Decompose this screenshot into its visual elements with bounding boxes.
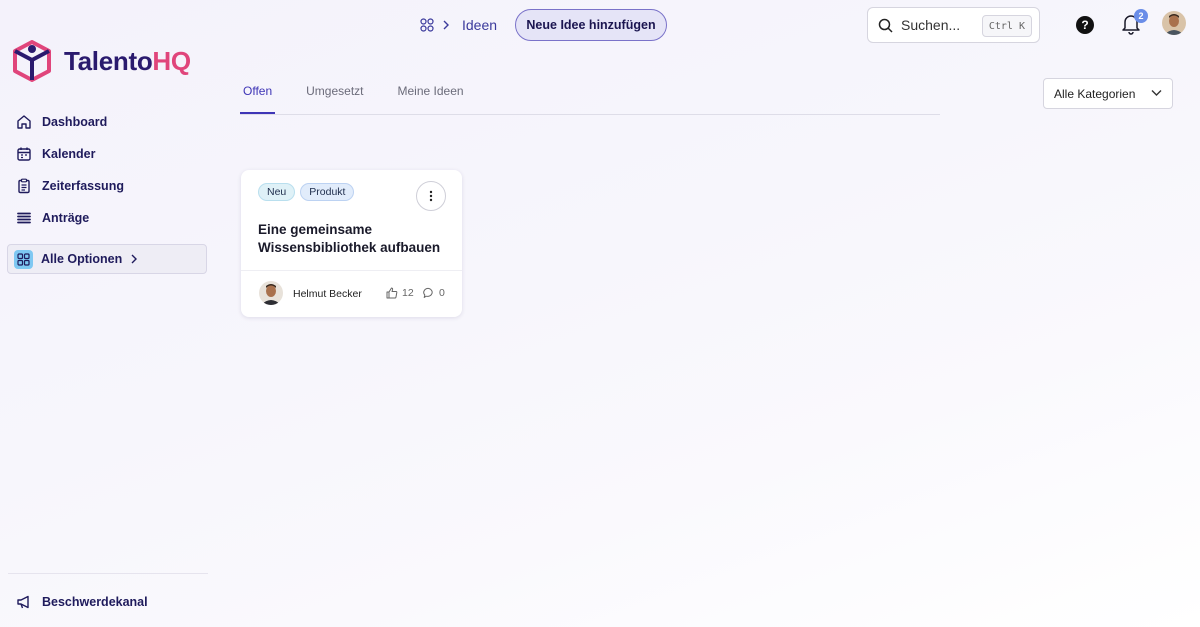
breadcrumb: Ideen: [420, 14, 497, 36]
sidebar-item-label: Kalender: [42, 147, 96, 161]
idea-card[interactable]: Neu Produkt Eine gemeinsame Wissensbibli…: [241, 170, 462, 317]
comments-value: 0: [439, 287, 445, 299]
new-idea-button[interactable]: Neue Idee hinzufügen: [515, 9, 667, 41]
megaphone-icon: [17, 595, 29, 609]
apps-grid-icon[interactable]: [420, 18, 434, 32]
sidebar-item-label: Beschwerdekanal: [42, 595, 148, 609]
likes-count[interactable]: 12: [386, 287, 414, 299]
chevron-down-icon: [1151, 90, 1162, 96]
comments-count[interactable]: 0: [423, 287, 445, 299]
sidebar-item-beschwerdekanal[interactable]: Beschwerdekanal: [8, 586, 148, 618]
grid-icon: [14, 249, 33, 269]
user-avatar[interactable]: [1162, 11, 1186, 35]
logo-text: TalentoHQ: [64, 45, 191, 76]
logo-cube-icon: [13, 40, 51, 82]
thumbs-up-icon: [386, 287, 398, 299]
tab-meine-ideen[interactable]: Meine Ideen: [395, 80, 467, 114]
more-vertical-icon: [429, 190, 433, 202]
search-icon: [878, 18, 893, 33]
breadcrumb-current[interactable]: Ideen: [462, 17, 497, 33]
sidebar-item-label: Dashboard: [42, 115, 108, 129]
likes-value: 12: [402, 287, 414, 299]
category-select[interactable]: Alle Kategorien: [1043, 78, 1173, 109]
notification-badge: 2: [1134, 9, 1148, 23]
help-icon[interactable]: ?: [1076, 16, 1094, 34]
all-options-button[interactable]: Alle Optionen: [7, 244, 207, 274]
chevron-right-icon: [443, 20, 449, 30]
home-icon: [17, 115, 31, 129]
author-name: Helmut Becker: [293, 288, 362, 300]
tab-offen[interactable]: Offen: [240, 80, 276, 114]
category-select-value: Alle Kategorien: [1054, 86, 1136, 101]
sidebar-divider: [8, 573, 208, 574]
sidebar-item-kalender[interactable]: Kalender: [8, 138, 208, 170]
tab-umgesetzt[interactable]: Umgesetzt: [303, 80, 366, 114]
sidebar-nav: Dashboard Kalender Zeiterfassung Anträge: [8, 106, 208, 234]
search-input[interactable]: Suchen... Ctrl K: [867, 7, 1040, 43]
comment-icon: [423, 287, 433, 298]
sidebar-item-label: Anträge: [42, 211, 90, 225]
idea-title[interactable]: Eine gemeinsame Wissensbibliothek aufbau…: [258, 221, 453, 257]
category-badge: Produkt: [300, 183, 355, 201]
all-options-label: Alle Optionen: [41, 252, 123, 266]
stack-icon: [17, 212, 31, 224]
idea-tabs: Offen Umgesetzt Meine Ideen: [240, 80, 940, 115]
sidebar-item-dashboard[interactable]: Dashboard: [8, 106, 208, 138]
clipboard-icon: [18, 178, 30, 194]
card-divider: [241, 270, 462, 271]
sidebar-item-antraege[interactable]: Anträge: [8, 202, 208, 234]
author-avatar: [259, 281, 283, 305]
idea-tags: Neu Produkt: [258, 183, 355, 201]
calendar-icon: [17, 147, 31, 161]
chevron-right-icon: [131, 254, 138, 264]
search-shortcut: Ctrl K: [981, 15, 1032, 37]
sidebar-item-label: Zeiterfassung: [42, 179, 124, 193]
brand-logo[interactable]: TalentoHQ: [12, 40, 191, 82]
status-badge: Neu: [258, 183, 296, 201]
sidebar-item-zeiterfassung[interactable]: Zeiterfassung: [8, 170, 208, 202]
more-options-button[interactable]: [416, 181, 446, 211]
search-placeholder: Suchen...: [901, 17, 961, 33]
